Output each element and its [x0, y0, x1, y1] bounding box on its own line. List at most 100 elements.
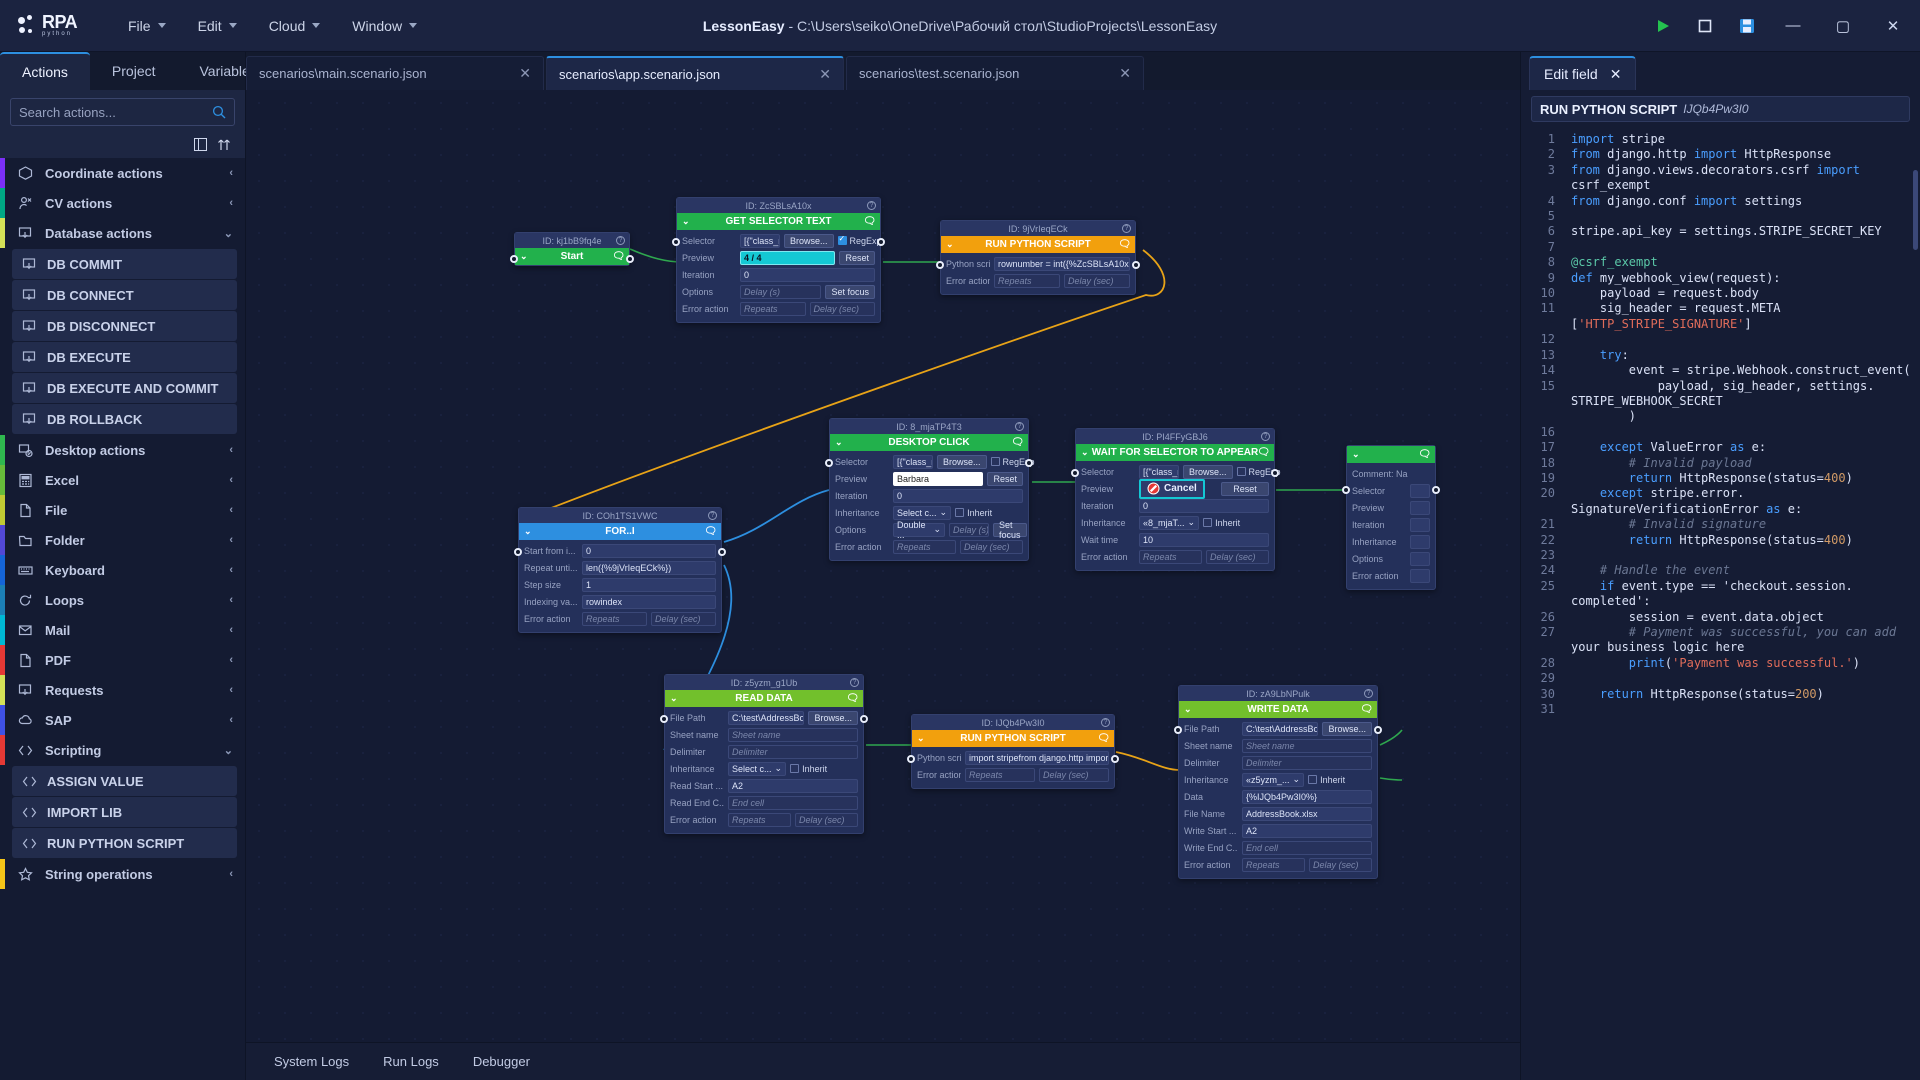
node-input-port[interactable] [1071, 469, 1079, 477]
checkbox-regexp[interactable]: RegExp [837, 234, 882, 246]
menu-window[interactable]: Window [338, 11, 431, 41]
actions-category-list[interactable]: Coordinate actions ‹ CV actions ‹ Database a… [0, 158, 245, 1080]
chevron-down-icon[interactable]: ⌄ [520, 251, 528, 262]
comment-bubble-icon[interactable]: 🗨 [1011, 437, 1024, 448]
node-header[interactable]: ⌄ DESKTOP CLICK 🗨 [830, 434, 1028, 451]
node-field-value[interactable]: {%IJQb4Pw3I0%} [1242, 789, 1372, 804]
chevron-right-icon[interactable]: ‹ [229, 564, 233, 576]
close-icon[interactable]: ✕ [819, 66, 831, 83]
node-read_data[interactable]: ID: z5yzm_g1Ub? ⌄ READ DATA 🗨 File Path C:\te… [660, 674, 868, 834]
node-field-value[interactable]: import stripefrom django.http import I [965, 750, 1109, 765]
checkbox-box[interactable] [837, 234, 847, 245]
comment-bubble-icon[interactable]: 🗨 [1418, 449, 1431, 460]
chevron-right-icon[interactable]: ‹ [229, 684, 233, 696]
comment-bubble-icon[interactable]: 🗨 [846, 693, 859, 704]
collapse-all-icon[interactable] [194, 137, 207, 151]
node-field-value[interactable] [1410, 483, 1430, 498]
node-header[interactable]: ⌄ READ DATA 🗨 [665, 690, 863, 707]
doc-tab-main[interactable]: scenarios\main.scenario.json ✕ [246, 56, 544, 90]
node-input-port[interactable] [1174, 726, 1182, 734]
help-icon[interactable]: ? [1015, 422, 1024, 431]
node-field-value[interactable]: Repeats [728, 812, 791, 827]
node-field-value[interactable]: Repeats [1139, 549, 1202, 564]
chevron-right-icon[interactable]: ‹ [229, 624, 233, 636]
action-import-lib[interactable]: IMPORT LIB [12, 797, 237, 827]
node-select[interactable]: Select c... ⌄ [893, 505, 952, 520]
node-output-port[interactable] [718, 548, 726, 556]
comment-bubble-icon[interactable]: 🗨 [1257, 447, 1270, 458]
doc-tab-test[interactable]: scenarios\test.scenario.json ✕ [846, 56, 1144, 90]
node-input-port[interactable] [660, 715, 668, 723]
checkbox-inherit[interactable]: Inherit [1203, 518, 1240, 528]
node-select[interactable]: «z5yzm_... ⌄ [1242, 772, 1305, 787]
action-db-connect[interactable]: DB CONNECT [12, 280, 237, 310]
node-field-value[interactable]: 0 [582, 543, 716, 558]
tab-project[interactable]: Project [90, 52, 178, 90]
chevron-right-icon[interactable]: ‹ [229, 654, 233, 666]
node-field-value2[interactable]: Delay (sec) [1039, 767, 1109, 782]
browse--button[interactable]: Browse... [808, 710, 858, 725]
chevron-down-icon[interactable]: ⌄ [835, 437, 843, 448]
category-keyboard[interactable]: Keyboard ‹ [0, 555, 245, 585]
menu-cloud[interactable]: Cloud [255, 11, 335, 41]
node-output-port[interactable] [1432, 486, 1440, 494]
checkbox-box[interactable] [1308, 775, 1318, 784]
node-field-value[interactable] [1410, 568, 1430, 583]
node-field-value2[interactable]: Delay (sec) [960, 539, 1023, 554]
category-loops[interactable]: Loops ‹ [0, 585, 245, 615]
category-database-actions[interactable]: Database actions ⌄ [0, 218, 245, 248]
node-header[interactable]: ⌄ WAIT FOR SELECTOR TO APPEAR 🗨 [1076, 444, 1274, 461]
node-field-value[interactable] [1410, 534, 1430, 549]
category-excel[interactable]: Excel ‹ [0, 465, 245, 495]
action-db-commit[interactable]: DB COMMIT [12, 249, 237, 279]
search-icon[interactable] [212, 105, 226, 119]
close-button[interactable]: ✕ [1870, 0, 1916, 52]
help-icon[interactable]: ? [1261, 432, 1270, 441]
node-select[interactable]: Select c... ⌄ [728, 761, 787, 776]
node-field-value[interactable]: 0 [893, 488, 1023, 503]
node-input-port[interactable] [907, 755, 915, 763]
node-header[interactable]: ⌄ RUN PYTHON SCRIPT 🗨 [941, 236, 1135, 253]
node-field-value[interactable]: AddressBook.xlsx [1242, 806, 1372, 821]
node-field-value[interactable]: Repeats [965, 767, 1035, 782]
node-field-value[interactable]: Delimiter [728, 744, 858, 759]
node-input-port[interactable] [672, 238, 680, 246]
reset-button[interactable]: Reset [987, 471, 1023, 486]
maximize-button[interactable]: ▢ [1820, 0, 1866, 52]
node-write_data[interactable]: ID: zA9LbNPulk? ⌄ WRITE DATA 🗨 File Path C:\t… [1174, 685, 1382, 879]
node-output-port[interactable] [1271, 469, 1279, 477]
node-desktop_click[interactable]: ID: 8_mjaTP4T3? ⌄ DESKTOP CLICK 🗨 Selector [{… [825, 418, 1035, 561]
chevron-down-icon[interactable]: ⌄ [946, 239, 954, 250]
category-cv-actions[interactable]: CV actions ‹ [0, 188, 245, 218]
category-file[interactable]: File ‹ [0, 495, 245, 525]
node-field-value2[interactable]: Delay (sec) [1064, 273, 1130, 288]
help-icon[interactable]: ? [850, 678, 859, 687]
comment-bubble-icon[interactable]: 🗨 [863, 216, 876, 227]
chevron-right-icon[interactable]: ‹ [229, 197, 233, 209]
checkbox-box[interactable] [955, 508, 965, 517]
node-field-value[interactable]: Repeats [582, 611, 647, 626]
chevron-down-icon[interactable]: ⌄ [1081, 447, 1089, 458]
node-header[interactable]: ⌄ FOR..I 🗨 [519, 523, 721, 540]
help-icon[interactable]: ? [708, 511, 717, 520]
node-header[interactable]: ⌄ 🗨 [1347, 446, 1435, 463]
chevron-right-icon[interactable]: ‹ [229, 504, 233, 516]
node-run_python_bottom[interactable]: ID: IJQb4Pw3I0? ⌄ RUN PYTHON SCRIPT 🗨 Python… [907, 714, 1119, 789]
comment-bubble-icon[interactable]: 🗨 [612, 251, 625, 262]
checkbox-box[interactable] [790, 764, 800, 773]
chevron-down-icon[interactable]: ⌄ [224, 744, 233, 757]
node-field-value[interactable]: End cell [728, 795, 858, 810]
help-icon[interactable]: ? [1101, 718, 1110, 727]
help-icon[interactable]: ? [1364, 689, 1373, 698]
category-requests[interactable]: Requests ‹ [0, 675, 245, 705]
node-field-value[interactable]: rowindex [582, 594, 716, 609]
node-field-value[interactable]: C:\test\AddressBo [728, 710, 805, 725]
node-run_python_top[interactable]: ID: 9jVrIeqECk? ⌄ RUN PYTHON SCRIPT 🗨 Python… [936, 220, 1140, 295]
node-header[interactable]: ⌄ WRITE DATA 🗨 [1179, 701, 1377, 718]
menu-edit[interactable]: Edit [184, 11, 251, 41]
node-comment_node[interactable]: ⌄ 🗨 Comment: Na Selector Preview Iteration Inh… [1342, 445, 1440, 590]
search-input[interactable] [19, 104, 212, 120]
chevron-right-icon[interactable]: ‹ [229, 444, 233, 456]
node-field-value[interactable]: C:\test\AddressBo [1242, 721, 1319, 736]
help-icon[interactable]: ? [867, 201, 876, 210]
